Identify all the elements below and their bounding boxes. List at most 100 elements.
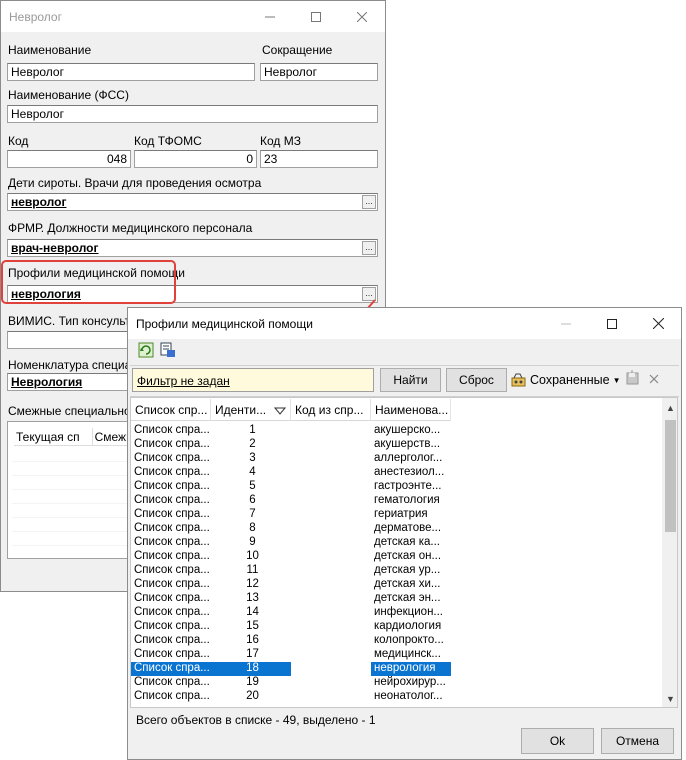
saved-filters-dropdown[interactable]: Сохраненные ▼ xyxy=(511,371,621,389)
vimis-field[interactable] xyxy=(7,331,131,349)
export-button[interactable] xyxy=(160,342,178,360)
cell-list: Список спра... xyxy=(134,592,210,604)
table-row[interactable]: Список спра... 16 колопрокто... xyxy=(131,634,661,648)
table-row[interactable]: Список спра... 4 анестезиол... xyxy=(131,466,661,480)
col-header-id[interactable]: Иденти... xyxy=(211,399,291,421)
dialog-minimize-button[interactable] xyxy=(543,308,589,339)
kod-tfoms-field[interactable]: 0 xyxy=(134,150,257,168)
table-row[interactable]: Список спра... 19 нейрохирур... xyxy=(131,676,661,690)
table-row[interactable]: Список спра... 20 неонатолог... xyxy=(131,690,661,704)
cell-id: 8 xyxy=(249,522,256,534)
cell-list: Список спра... xyxy=(134,634,210,646)
table-row[interactable]: Список спра... 8 дерматове... xyxy=(131,522,661,536)
table-row[interactable]: Список спра... 9 детская ка... xyxy=(131,536,661,550)
deti-lookup-button[interactable]: ... xyxy=(362,195,376,209)
grid-vertical-scrollbar[interactable]: ▲ ▼ xyxy=(662,398,677,707)
maximize-button[interactable] xyxy=(293,1,339,32)
cell-name: детская ур... xyxy=(374,564,441,576)
deti-label: Дети сироты. Врачи для проведения осмотр… xyxy=(8,176,262,190)
fss-label: Наименование (ФСС) xyxy=(8,88,129,102)
table-row[interactable]: Список спра... 10 детская он... xyxy=(131,550,661,564)
cell-list: Список спра... xyxy=(134,550,210,562)
deti-field[interactable]: невролог xyxy=(7,193,378,211)
cell-id: 9 xyxy=(249,536,256,548)
maximize-icon xyxy=(311,11,321,22)
cell-list: Список спра... xyxy=(134,690,210,702)
col-header-list[interactable]: Список спр... xyxy=(131,399,211,421)
cancel-button[interactable]: Отмена xyxy=(601,728,674,754)
frmr-field[interactable]: врач-невролог xyxy=(7,239,378,257)
cell-name: детская эн... xyxy=(374,592,441,604)
cell-name: нейрохирур... xyxy=(374,676,446,688)
reset-button[interactable]: Сброс xyxy=(446,368,507,392)
scroll-down-arrow[interactable]: ▼ xyxy=(666,694,675,704)
kod-mz-label: Код МЗ xyxy=(260,134,301,148)
kod-field[interactable]: 048 xyxy=(7,150,131,168)
table-row[interactable]: Список спра... 14 инфекцион... xyxy=(131,606,661,620)
saved-filters-icon xyxy=(511,373,526,387)
close-button[interactable] xyxy=(339,1,385,32)
table-row[interactable]: Список спра... 11 детская ур... xyxy=(131,564,661,578)
table-row[interactable]: Список спра... 3 аллерголог... xyxy=(131,452,661,466)
profili-highlight xyxy=(1,260,176,304)
cell-id: 10 xyxy=(246,550,259,562)
nomenklatura-field[interactable]: Неврология xyxy=(7,373,131,391)
minimize-icon xyxy=(265,16,275,17)
close-icon xyxy=(357,11,367,22)
naimenovanie-field[interactable]: Невролог xyxy=(7,63,255,81)
col-header-code[interactable]: Код из спр... xyxy=(291,399,371,421)
find-button[interactable]: Найти xyxy=(380,368,441,392)
clear-filter-icon xyxy=(649,374,659,384)
scroll-thumb[interactable] xyxy=(665,420,676,532)
cell-id: 12 xyxy=(246,578,259,590)
kod-label: Код xyxy=(8,134,29,148)
filter-text[interactable]: Фильтр не задан xyxy=(132,368,374,392)
cell-list: Список спра... xyxy=(134,620,210,632)
refresh-button[interactable] xyxy=(138,342,156,360)
fss-field[interactable]: Невролог xyxy=(7,105,378,123)
col-header-name[interactable]: Наименова... xyxy=(371,399,451,421)
cell-id: 14 xyxy=(246,606,259,618)
table-row[interactable]: Список спра... 17 медицинск... xyxy=(131,648,661,662)
table-row[interactable]: Список спра... 6 гематология xyxy=(131,494,661,508)
scroll-up-arrow[interactable]: ▲ xyxy=(666,403,675,413)
table-row[interactable]: Список спра... 15 кардиология xyxy=(131,620,661,634)
cell-code xyxy=(291,522,371,536)
cell-code xyxy=(291,494,371,508)
cell-name: детская хи... xyxy=(374,578,441,590)
vimis-label: ВИМИС. Тип консульта xyxy=(8,314,137,328)
cell-list: Список спра... xyxy=(134,578,210,590)
minimize-button[interactable] xyxy=(247,1,293,32)
export-icon xyxy=(160,342,175,357)
smezhnye-col-current[interactable]: Текущая сп xyxy=(14,428,93,445)
table-row[interactable]: Список спра... 2 акушерств... xyxy=(131,438,661,452)
cell-id: 19 xyxy=(246,676,259,688)
dialog-close-button[interactable] xyxy=(635,308,681,339)
cell-code xyxy=(291,592,371,606)
cell-id: 5 xyxy=(249,480,256,492)
cell-id: 18 xyxy=(211,662,291,676)
cell-id: 2 xyxy=(249,438,256,450)
sokrashchenie-field[interactable]: Невролог xyxy=(260,63,378,81)
cell-code xyxy=(291,550,371,564)
table-row[interactable]: Список спра... 18 неврология xyxy=(131,662,661,676)
kod-tfoms-label: Код ТФОМС xyxy=(134,134,202,148)
records-grid[interactable]: Список спр... Иденти... Код из спр... На… xyxy=(130,397,678,708)
ok-button[interactable]: Ok xyxy=(521,728,594,754)
maximize-icon xyxy=(607,318,617,329)
cell-code xyxy=(291,564,371,578)
table-row[interactable]: Список спра... 12 детская хи... xyxy=(131,578,661,592)
save-filter-button[interactable] xyxy=(625,370,641,388)
smezhnye-table[interactable]: Текущая сп Смежн xyxy=(7,421,134,559)
kod-mz-field[interactable]: 23 xyxy=(260,150,378,168)
table-row[interactable]: Список спра... 1 акушерско... xyxy=(131,424,661,438)
table-row[interactable]: Список спра... 5 гастроэнте... xyxy=(131,480,661,494)
table-row[interactable]: Список спра... 7 гериатрия xyxy=(131,508,661,522)
dialog-titlebar: Профили медицинской помощи xyxy=(128,308,681,339)
cell-code xyxy=(291,662,371,676)
filter-link[interactable]: Фильтр не задан xyxy=(137,374,230,388)
frmr-lookup-button[interactable]: ... xyxy=(362,241,376,255)
dialog-maximize-button[interactable] xyxy=(589,308,635,339)
table-row[interactable]: Список спра... 13 детская эн... xyxy=(131,592,661,606)
clear-filter-button[interactable] xyxy=(648,370,662,388)
